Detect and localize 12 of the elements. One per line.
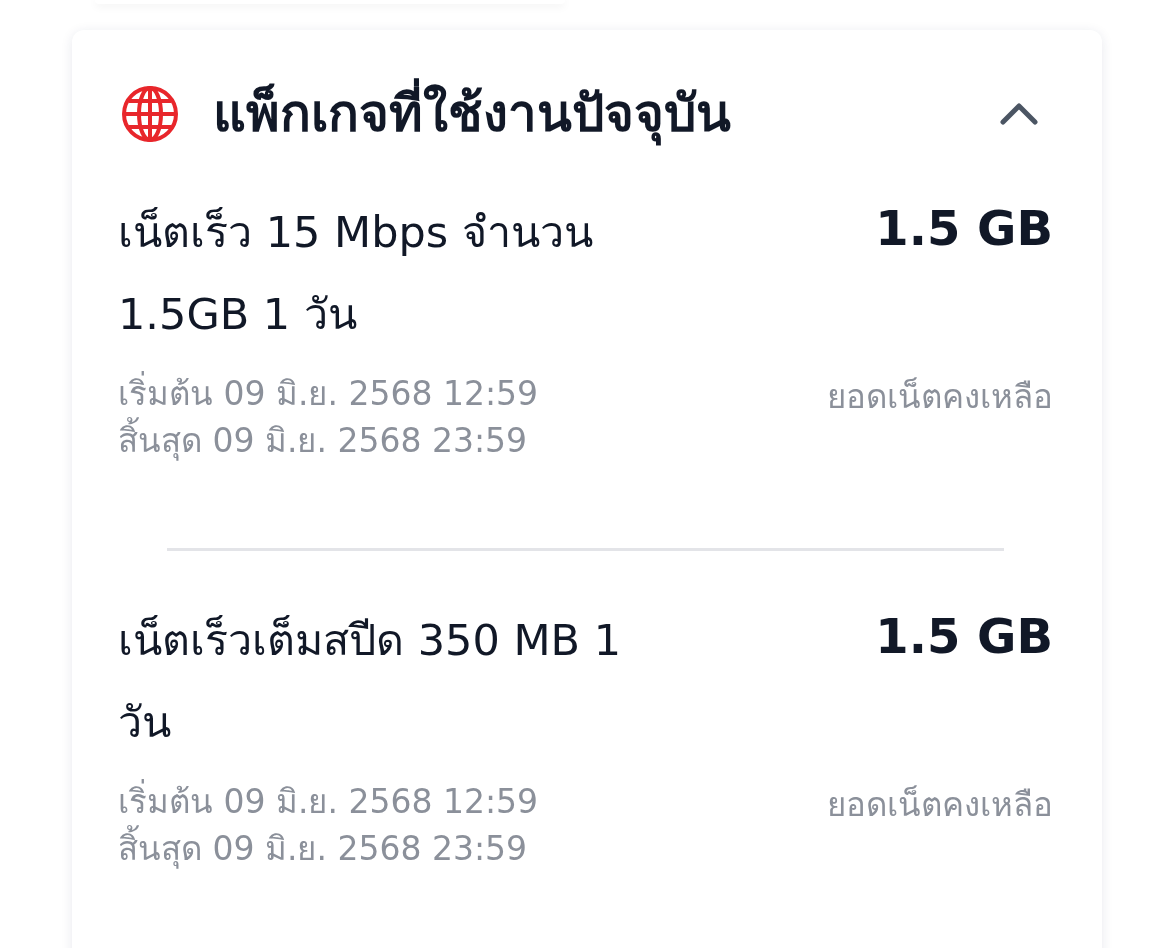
chevron-icon[interactable]: [1000, 103, 1038, 125]
globe-icon: [122, 86, 178, 142]
remaining-label: ยอดเน็ตคงเหลือ: [827, 376, 1053, 418]
remaining-label: ยอดเน็ตคงเหลือ: [827, 784, 1053, 826]
package-name: เน็ตเร็ว 15 Mbps จำนวน 1.5GB 1 วัน: [118, 206, 594, 341]
start-date: เริ่มต้น 09 มิ.ย. 2568 12:59: [118, 370, 803, 417]
package-name: เน็ตเร็วเต็มสปีด 350 MB 1 วัน: [118, 614, 623, 749]
end-date: สิ้นสุด 09 มิ.ย. 2568 23:59: [118, 417, 803, 464]
data-amount: 1.5 GB: [875, 199, 1053, 258]
data-amount: 1.5 GB: [875, 607, 1053, 666]
end-date: สิ้นสุด 09 มิ.ย. 2568 23:59: [118, 825, 803, 872]
start-date: เริ่มต้น 09 มิ.ย. 2568 12:59: [118, 778, 803, 825]
